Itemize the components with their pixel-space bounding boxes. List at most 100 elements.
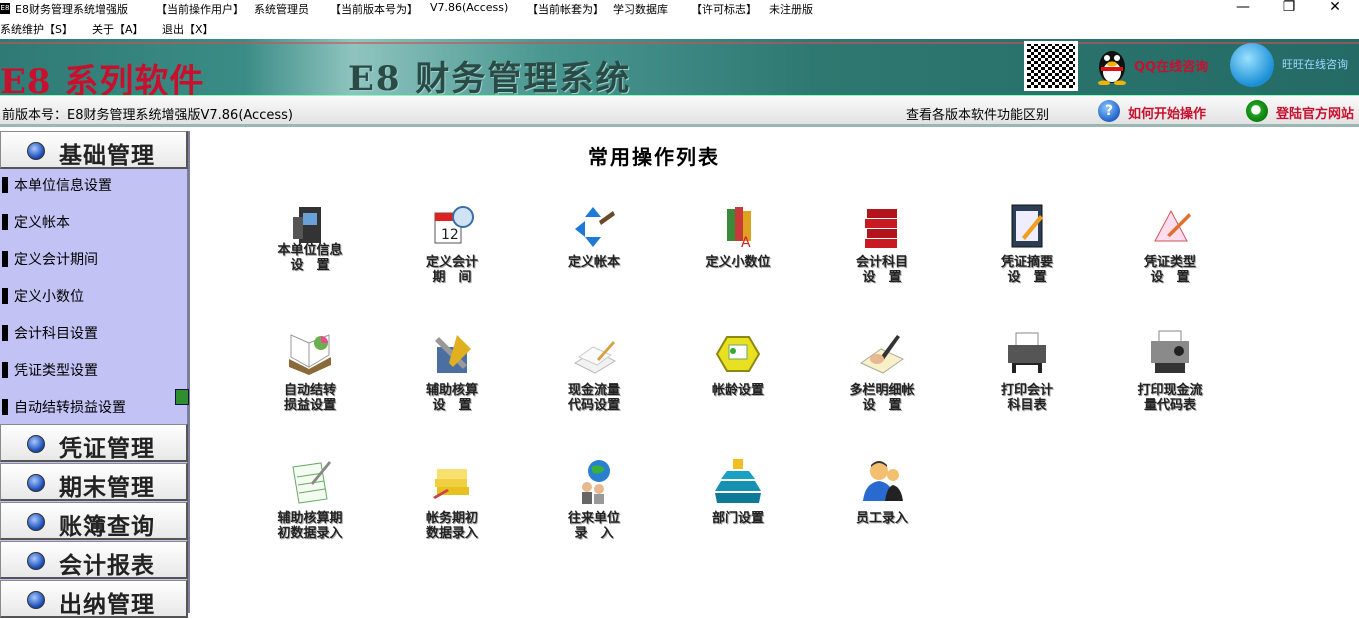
wangwang-consult-link[interactable]: 旺旺在线咨询	[1282, 56, 1348, 72]
item-label: 会计科目设置	[14, 326, 98, 342]
tile-account-subjects[interactable]: 会计科目 设 置	[817, 201, 937, 311]
item-label: 定义会计期间	[14, 252, 98, 268]
tile-label: 部门设置	[711, 511, 764, 526]
current-account-value: 学习数据库	[613, 3, 668, 16]
open-book-chart-icon	[289, 334, 331, 375]
tile-aging-settings[interactable]: 帐龄设置	[673, 329, 793, 439]
item-marker	[2, 399, 8, 415]
red-books-icon	[865, 209, 897, 248]
section-label: 会计报表	[59, 552, 155, 579]
banner-divider	[0, 42, 1359, 44]
item-marker	[2, 325, 8, 341]
blue-dot-icon	[27, 142, 45, 160]
item-label: 自动结转损益设置	[14, 400, 126, 416]
version-status-bar: 前版本号：E8财务管理系统增强版V7.86(Access) 查看各版本软件功能区…	[0, 95, 1359, 127]
tile-define-decimals[interactable]: A 定义小数位	[673, 201, 793, 311]
main-panel: 常用操作列表 本单位信息 设 置 12 定义会计 期 间 定义帐本 A 定义小数…	[195, 131, 1359, 613]
maximize-button[interactable]: ❐	[1266, 0, 1312, 18]
arrows-pen-icon	[575, 207, 615, 247]
section-label: 凭证管理	[59, 435, 155, 462]
item-label: 本单位信息设置	[14, 178, 112, 194]
tile-voucher-types[interactable]: 凭证类型 设 置	[1105, 201, 1225, 311]
qq-penguin-icon[interactable]	[1094, 45, 1130, 85]
system-name-logo: E8 财务管理系统	[348, 59, 632, 95]
tile-label: 打印会计 科目表	[1000, 383, 1053, 413]
tile-label: 凭证摘要 设 置	[1000, 255, 1053, 285]
sidebar-section-basic[interactable]: 基础管理	[0, 131, 188, 169]
qq-consult-link[interactable]: QQ在线咨询	[1134, 56, 1208, 75]
sidebar-section-period-end[interactable]: 期末管理	[0, 463, 188, 501]
sidebar-item-voucher-types[interactable]: 凭证类型设置	[0, 352, 186, 388]
tile-auto-carryover[interactable]: 自动结转 损益设置	[245, 329, 365, 439]
title-bar: E8 E8财务管理系统增强版 【当前操作用户】 系统管理员 【当前版本号为】 V…	[0, 0, 1359, 18]
tile-unit-info[interactable]: 本单位信息 设 置	[245, 201, 365, 311]
tile-multi-column-ledger[interactable]: 多栏明细帐 设 置	[817, 329, 937, 439]
page-title: 常用操作列表	[588, 145, 720, 169]
item-marker	[2, 362, 8, 378]
blue-dot-icon	[27, 552, 45, 570]
version-diff-link[interactable]: 查看各版本软件功能区别	[906, 104, 1049, 123]
tile-label: 多栏明细帐 设 置	[849, 383, 915, 413]
tile-label: 凭证类型 设 置	[1143, 255, 1196, 285]
wangwang-bubble-icon[interactable]	[1230, 43, 1274, 87]
tile-partner-units[interactable]: 往来单位 录 入	[529, 457, 649, 567]
tile-label: 帐龄设置	[711, 383, 764, 398]
current-version-value: V7.86(Access)	[430, 1, 509, 14]
current-account-label: 【当前帐套为】	[527, 3, 604, 16]
qr-code-icon	[1024, 41, 1078, 91]
tile-label: 定义小数位	[705, 255, 771, 270]
item-marker	[2, 288, 8, 304]
sidebar-section-voucher[interactable]: 凭证管理	[0, 424, 188, 462]
tile-label: 往来单位 录 入	[567, 511, 620, 541]
current-version-label: 【当前版本号为】	[330, 3, 418, 16]
minimize-button[interactable]: —	[1220, 0, 1266, 18]
sidebar-section-ledger-query[interactable]: 账簿查询	[0, 502, 188, 540]
blue-dot-icon	[27, 513, 45, 531]
scroll-down-icon[interactable]	[175, 389, 189, 405]
paper-pen-icon	[573, 341, 617, 374]
item-label: 凭证类型设置	[14, 363, 98, 379]
browser-icon[interactable]	[1246, 100, 1268, 122]
tile-voucher-summary[interactable]: 凭证摘要 设 置	[962, 201, 1082, 311]
official-site-link[interactable]: 登陆官方网站	[1276, 103, 1354, 122]
tile-label: 员工录入	[855, 511, 908, 526]
tile-department-settings[interactable]: 部门设置	[673, 457, 793, 567]
calendar-clock-icon: 12	[434, 206, 474, 244]
pencil-tent-icon	[1154, 209, 1191, 242]
tile-define-period[interactable]: 12 定义会计 期 间	[387, 201, 507, 311]
tile-print-cashflow-codes[interactable]: 打印现金流 量代码表	[1105, 329, 1225, 439]
menu-exit[interactable]: 退出【X】	[162, 21, 214, 37]
app-icon: E8	[0, 3, 10, 14]
employees-icon	[863, 461, 903, 501]
blue-dot-icon	[27, 591, 45, 609]
printer-icon	[1008, 332, 1046, 373]
sidebar-item-define-decimals[interactable]: 定义小数位	[0, 278, 186, 314]
sidebar-item-unit-info[interactable]: 本单位信息设置	[0, 167, 186, 203]
tile-auxiliary-accounting[interactable]: 辅助核算 设 置	[387, 329, 507, 439]
header-banner: E8 系列软件 E8 财务管理系统 QQ在线咨询 旺旺在线咨询	[0, 39, 1359, 95]
howto-link[interactable]: 如何开始操作	[1128, 103, 1206, 122]
sidebar-item-auto-carryover[interactable]: 自动结转损益设置	[0, 389, 186, 425]
sidebar-section-reports[interactable]: 会计报表	[0, 541, 188, 579]
menu-about[interactable]: 关于【A】	[92, 21, 144, 37]
sidebar-item-account-subjects[interactable]: 会计科目设置	[0, 315, 186, 351]
tile-aux-opening-entry[interactable]: 辅助核算期 初数据录入	[245, 457, 365, 567]
sidebar-item-define-ledger[interactable]: 定义帐本	[0, 204, 186, 240]
item-label: 定义帐本	[14, 215, 70, 231]
tile-cashflow-codes[interactable]: 现金流量 代码设置	[529, 329, 649, 439]
menu-system-maintenance[interactable]: 系统维护【S】	[0, 21, 73, 37]
tile-ledger-opening-entry[interactable]: 帐务期初 数据录入	[387, 457, 507, 567]
tile-label: 定义会计 期 间	[425, 255, 478, 285]
tile-employee-entry[interactable]: 员工录入	[817, 457, 937, 567]
help-icon[interactable]: ?	[1098, 100, 1120, 122]
tile-print-subjects[interactable]: 打印会计 科目表	[962, 329, 1082, 439]
fax-printer-icon	[1151, 330, 1189, 373]
license-label: 【许可标志】	[691, 3, 757, 16]
sidebar: 基础管理 本单位信息设置 定义帐本 定义会计期间 定义小数位 会计科目设置 凭证…	[0, 131, 190, 618]
sidebar-section-cashier[interactable]: 出纳管理	[0, 580, 188, 618]
tile-define-ledger[interactable]: 定义帐本	[529, 201, 649, 311]
sidebar-item-define-period[interactable]: 定义会计期间	[0, 241, 186, 277]
svg-text:A: A	[741, 235, 751, 251]
license-value: 未注册版	[769, 3, 813, 16]
close-button[interactable]: ✕	[1312, 0, 1358, 18]
